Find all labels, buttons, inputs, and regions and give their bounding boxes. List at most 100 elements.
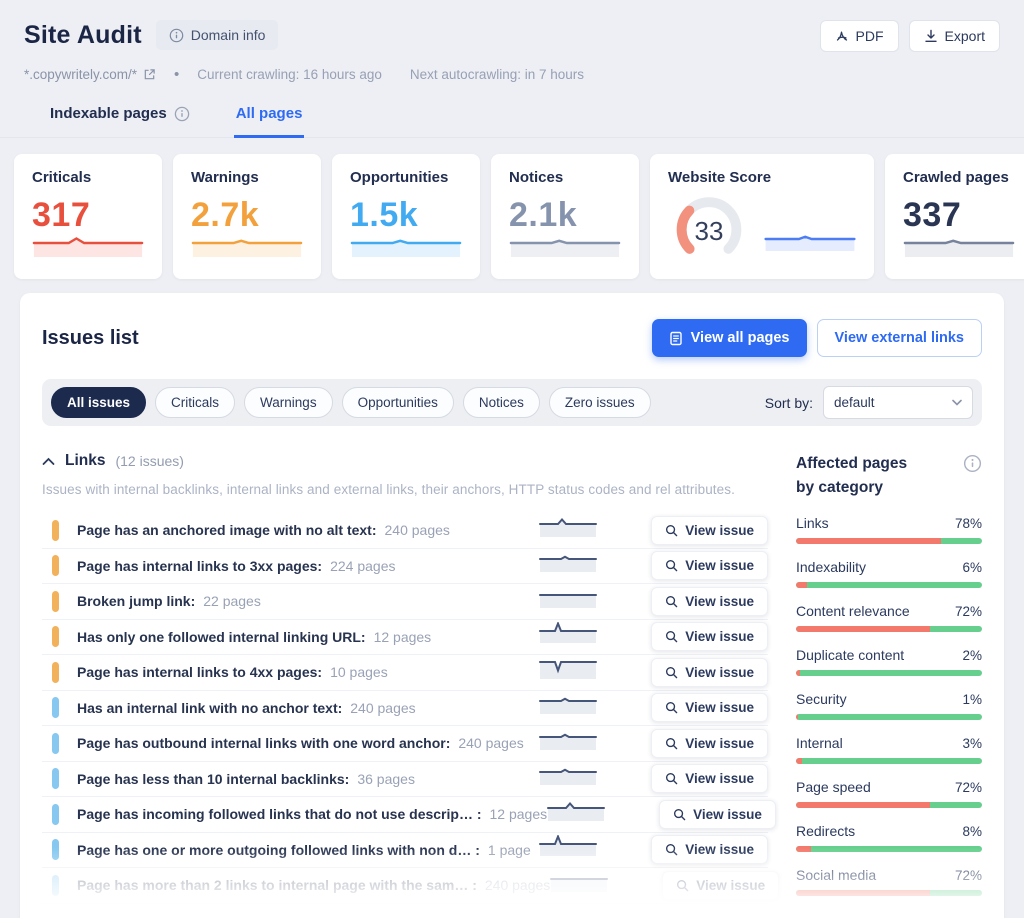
- issue-row: Has an internal link with no anchor text…: [42, 691, 768, 727]
- stat-card-value: 337: [903, 196, 1015, 235]
- category-item[interactable]: Code validation 72%: [796, 911, 982, 918]
- issue-count: 240 pages: [350, 700, 415, 716]
- info-icon: [169, 28, 184, 43]
- stat-card[interactable]: Warnings 2.7k: [173, 154, 321, 279]
- tab-all-pages[interactable]: All pages: [234, 99, 305, 138]
- view-issue-label: View issue: [685, 771, 754, 786]
- domain-info-button[interactable]: Domain info: [156, 20, 279, 50]
- view-issue-button[interactable]: View issue: [651, 551, 768, 580]
- stat-card-label: Crawled pages: [903, 169, 1015, 186]
- category-item[interactable]: Internal 3%: [796, 735, 982, 764]
- magnifier-icon: [665, 772, 678, 785]
- category-item[interactable]: Security 1%: [796, 691, 982, 720]
- category-percent: 8%: [962, 824, 982, 839]
- view-issue-button[interactable]: View issue: [651, 622, 768, 651]
- issue-filter-bar: All issues Criticals Warnings Opportunities…: [42, 379, 982, 426]
- issue-label: Page has internal links to 4xx pages:: [77, 664, 322, 680]
- issue-label: Broken jump link:: [77, 593, 195, 609]
- issue-label: Page has an anchored image with no alt t…: [77, 522, 377, 538]
- issue-count: 12 pages: [374, 629, 432, 645]
- issue-sparkline: [539, 693, 597, 722]
- export-button[interactable]: Export: [909, 20, 1000, 52]
- category-item[interactable]: Redirects 8%: [796, 823, 982, 852]
- tab-indexable-pages[interactable]: Indexable pages: [48, 99, 192, 138]
- category-label: Content relevance: [796, 603, 910, 619]
- stat-card-label: Notices: [509, 169, 621, 186]
- magnifier-icon: [665, 737, 678, 750]
- magnifier-icon: [665, 524, 678, 537]
- pdf-button[interactable]: PDF: [820, 20, 899, 52]
- stat-card[interactable]: Criticals 317: [14, 154, 162, 279]
- view-issue-label: View issue: [685, 594, 754, 609]
- view-issue-button[interactable]: View issue: [651, 693, 768, 722]
- severity-bar: [52, 555, 59, 576]
- stat-card[interactable]: Notices 2.1k: [491, 154, 639, 279]
- issue-sparkline: [539, 835, 597, 864]
- category-progress-bar: [796, 626, 982, 632]
- info-icon[interactable]: [963, 454, 982, 473]
- view-external-links-button[interactable]: View external links: [817, 319, 983, 357]
- view-issue-button[interactable]: View issue: [651, 764, 768, 793]
- domain-info-label: Domain info: [191, 27, 266, 43]
- filter-pill-opportunities[interactable]: Opportunities: [342, 387, 454, 418]
- severity-bar: [52, 804, 59, 825]
- category-item[interactable]: Links 78%: [796, 515, 982, 544]
- view-issue-button[interactable]: View issue: [662, 871, 779, 900]
- issue-label: Has only one followed internal linking U…: [77, 629, 366, 645]
- view-all-pages-button[interactable]: View all pages: [652, 319, 807, 357]
- sort-selected-value: default: [834, 395, 875, 410]
- view-issue-label: View issue: [696, 878, 765, 893]
- magnifier-icon: [673, 808, 686, 821]
- stat-card[interactable]: Crawled pages 337: [885, 154, 1024, 279]
- tab-label: Indexable pages: [50, 105, 167, 122]
- category-item[interactable]: Content relevance 72%: [796, 603, 982, 632]
- affected-pages-panel: Affected pages by category Links 78% Ind…: [796, 452, 982, 918]
- view-issue-button[interactable]: View issue: [651, 729, 768, 758]
- issue-count: 10 pages: [330, 664, 388, 680]
- view-issue-button[interactable]: View issue: [651, 658, 768, 687]
- page-tabs: Indexable pages All pages: [0, 99, 1024, 138]
- chevron-up-icon[interactable]: [42, 457, 55, 466]
- audited-domain[interactable]: *.copywritely.com/*: [24, 67, 156, 82]
- filter-pill-criticals[interactable]: Criticals: [155, 387, 235, 418]
- view-issue-label: View issue: [685, 736, 754, 751]
- category-item[interactable]: Indexability 6%: [796, 559, 982, 588]
- view-issue-label: View issue: [685, 523, 754, 538]
- sort-select[interactable]: default: [823, 386, 973, 419]
- section-description: Issues with internal backlinks, internal…: [42, 482, 768, 497]
- view-issue-button[interactable]: View issue: [659, 800, 776, 829]
- filter-pill-all-issues[interactable]: All issues: [51, 387, 146, 418]
- filter-pill-warnings[interactable]: Warnings: [244, 387, 333, 418]
- filter-pill-notices[interactable]: Notices: [463, 387, 540, 418]
- category-label: Social media: [796, 867, 876, 883]
- issues-list-title: Issues list: [42, 327, 139, 350]
- category-item[interactable]: Social media 72%: [796, 867, 982, 896]
- magnifier-icon: [665, 630, 678, 643]
- issue-label: Has an internal link with no anchor text…: [77, 700, 342, 716]
- filter-pill-zero-issues[interactable]: Zero issues: [549, 387, 651, 418]
- issue-sparkline: [539, 658, 597, 687]
- magnifier-icon: [665, 701, 678, 714]
- category-progress-bar: [796, 846, 982, 852]
- severity-bar: [52, 875, 59, 896]
- issue-rows: Page has an anchored image with no alt t…: [42, 513, 768, 904]
- issue-label: Page has one or more outgoing followed l…: [77, 842, 480, 858]
- website-score-card[interactable]: Website Score 33: [650, 154, 874, 279]
- view-external-links-label: View external links: [835, 330, 965, 346]
- category-progress-bar: [796, 714, 982, 720]
- external-link-icon: [143, 68, 156, 81]
- stat-card[interactable]: Opportunities 1.5k: [332, 154, 480, 279]
- view-issue-button[interactable]: View issue: [651, 835, 768, 864]
- issue-sparkline: [550, 871, 608, 900]
- category-item[interactable]: Page speed 72%: [796, 779, 982, 808]
- caret-down-icon: [952, 399, 962, 406]
- view-issue-button[interactable]: View issue: [651, 516, 768, 545]
- issue-sparkline: [539, 729, 597, 758]
- category-item[interactable]: Duplicate content 2%: [796, 647, 982, 676]
- category-percent: 2%: [962, 648, 982, 663]
- pdf-icon: [835, 29, 849, 43]
- view-issue-label: View issue: [685, 842, 754, 857]
- view-issue-button[interactable]: View issue: [651, 587, 768, 616]
- category-label: Security: [796, 691, 847, 707]
- section-title[interactable]: Links: [65, 452, 105, 470]
